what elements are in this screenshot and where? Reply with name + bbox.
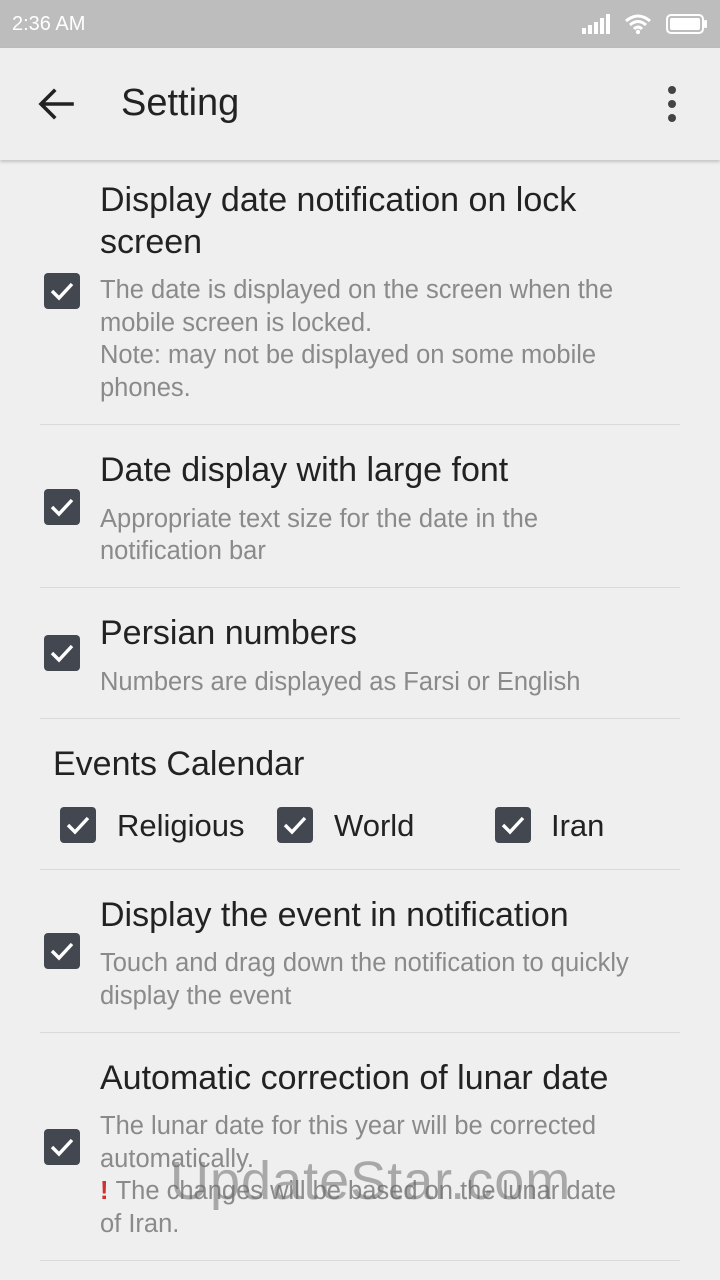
setting-description: Note: may not be displayed on some mobil… bbox=[100, 341, 597, 369]
world-label[interactable]: World bbox=[334, 808, 414, 844]
checkbox-persian-numbers[interactable] bbox=[44, 635, 80, 671]
check-icon bbox=[50, 1138, 74, 1157]
checkbox-iran[interactable] bbox=[495, 807, 531, 843]
setting-title: Automatic correction of lunar date bbox=[100, 1059, 609, 1097]
check-icon bbox=[50, 644, 74, 663]
setting-description: of Iran. bbox=[100, 1210, 180, 1238]
checkbox-large-font[interactable] bbox=[44, 489, 80, 525]
checkbox-religious[interactable] bbox=[60, 807, 96, 843]
setting-title: Display the event in notification bbox=[100, 896, 569, 934]
setting-title: Display date notification on lock bbox=[100, 181, 577, 219]
status-icons bbox=[582, 13, 708, 35]
setting-description: display the event bbox=[100, 982, 292, 1010]
setting-description: Appropriate text size for the date in th… bbox=[100, 505, 539, 533]
setting-title: screen bbox=[100, 223, 203, 261]
exclamation-icon: ! bbox=[100, 1177, 109, 1205]
settings-list: Display date notification on lock screen… bbox=[0, 160, 720, 1280]
events-calendar-title: Events Calendar bbox=[53, 745, 305, 783]
back-button[interactable] bbox=[36, 84, 76, 124]
setting-description: The lunar date for this year will be cor… bbox=[100, 1112, 597, 1140]
setting-description: Numbers are displayed as Farsi or Englis… bbox=[100, 668, 581, 696]
setting-description: Touch and drag down the notification to … bbox=[100, 949, 629, 977]
signal-icon bbox=[582, 14, 610, 34]
checkbox-lunar-correction[interactable] bbox=[44, 1129, 80, 1165]
overflow-menu-button[interactable] bbox=[656, 84, 688, 124]
check-icon bbox=[50, 498, 74, 517]
check-icon bbox=[283, 816, 307, 835]
status-bar: 2:36 AM bbox=[0, 0, 720, 48]
setting-title: Persian numbers bbox=[100, 614, 358, 652]
more-vertical-icon bbox=[668, 86, 676, 122]
setting-title: Date display with large font bbox=[100, 451, 509, 489]
setting-description: notification bar bbox=[100, 537, 266, 565]
iran-label[interactable]: Iran bbox=[551, 808, 604, 844]
wifi-icon bbox=[625, 14, 651, 35]
checkbox-world[interactable] bbox=[277, 807, 313, 843]
battery-icon bbox=[666, 14, 707, 34]
setting-description: mobile screen is locked. bbox=[100, 309, 373, 337]
religious-label[interactable]: Religious bbox=[117, 808, 245, 844]
check-icon bbox=[50, 942, 74, 961]
check-icon bbox=[501, 816, 525, 835]
divider bbox=[40, 424, 680, 425]
page-title: Setting bbox=[121, 82, 240, 124]
divider bbox=[40, 869, 680, 870]
setting-description: phones. bbox=[100, 374, 191, 402]
watermark: UpdateStar.com bbox=[170, 1151, 572, 1211]
divider bbox=[40, 587, 680, 588]
check-icon bbox=[50, 282, 74, 301]
check-icon bbox=[66, 816, 90, 835]
setting-description: The date is displayed on the screen when… bbox=[100, 276, 614, 304]
app-bar: Setting bbox=[0, 48, 720, 160]
arrow-left-icon bbox=[38, 88, 74, 120]
divider bbox=[40, 1032, 680, 1033]
checkbox-event-notification[interactable] bbox=[44, 933, 80, 969]
status-time: 2:36 AM bbox=[12, 12, 86, 35]
divider bbox=[40, 1260, 680, 1261]
divider bbox=[40, 718, 680, 719]
checkbox-lock-screen[interactable] bbox=[44, 273, 80, 309]
